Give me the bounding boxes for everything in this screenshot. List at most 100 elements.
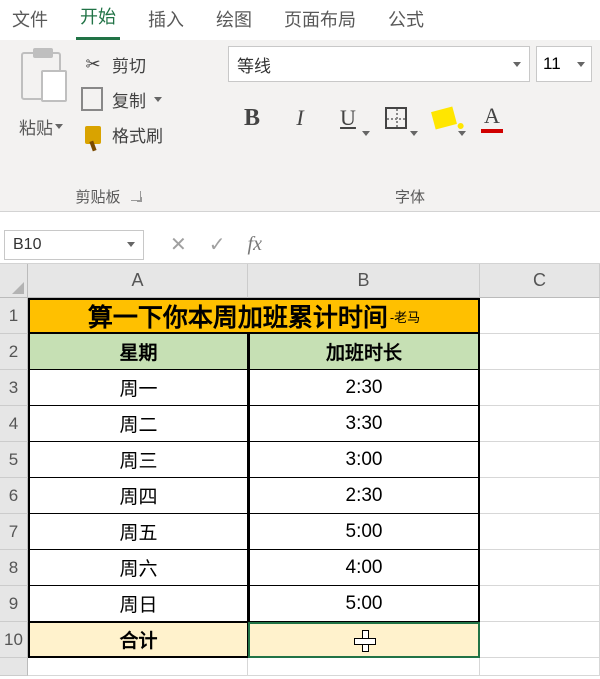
cut-button[interactable]: ✂ 剪切 [82,52,163,77]
cell-A4[interactable]: 周二 [28,406,248,442]
scissors-icon: ✂ [82,54,104,75]
cell-A10[interactable]: 合计 [28,622,248,658]
cell-A5[interactable]: 周三 [28,442,248,478]
fx-icon[interactable]: fx [248,233,262,256]
borders-button[interactable] [372,94,420,142]
row-header[interactable]: 10 [0,622,28,658]
paste-button[interactable]: 粘贴 [6,46,76,147]
row-header[interactable]: 9 [0,586,28,622]
cut-label: 剪切 [112,52,146,77]
font-color-button[interactable]: A [468,94,516,142]
name-box[interactable]: B10 [4,230,144,260]
col-header-C[interactable]: C [480,264,600,298]
font-group-label: 字体 [395,186,425,207]
cell-B2[interactable]: 加班时长 [248,334,480,370]
format-painter-button[interactable]: 格式刷 [82,122,163,147]
copy-button[interactable]: 复制 [82,87,163,112]
chevron-down-icon [362,131,370,136]
italic-icon: I [296,105,303,131]
borders-icon [385,107,407,129]
cell-C11[interactable] [480,658,600,676]
underline-button[interactable]: U [324,94,372,142]
select-all-corner[interactable] [0,264,28,298]
font-name-dropdown[interactable]: 等线 [228,46,530,82]
cell-C2[interactable] [480,334,600,370]
fill-color-button[interactable] [420,94,468,142]
cell-A11[interactable] [28,658,248,676]
cell-A6[interactable]: 周四 [28,478,248,514]
col-header-A[interactable]: A [28,264,248,298]
cell-A1[interactable] [28,298,248,334]
tab-draw[interactable]: 绘图 [212,0,256,40]
row-header[interactable]: 2 [0,334,28,370]
cancel-formula-button[interactable]: ✕ [170,232,187,257]
chevron-down-icon [513,62,521,67]
chevron-down-icon [577,62,585,67]
sheet-body: 1 2 3 4 5 6 7 8 9 10 算一下你本周加班累计时间-老马 .ti… [0,298,600,676]
row-header[interactable]: 6 [0,478,28,514]
cell-C10[interactable] [480,622,600,658]
chevron-down-icon [55,124,63,129]
cell-A3[interactable]: 周一 [28,370,248,406]
font-group: 等线 11 B I U A 字体 [216,40,600,211]
paste-label: 粘贴 [19,114,53,139]
chevron-down-icon [127,242,135,247]
ribbon-tabs: 文件 开始 插入 绘图 页面布局 公式 [0,0,600,40]
clipboard-group-label: 剪贴板 [75,186,120,207]
row-header[interactable]: 8 [0,550,28,586]
row-header[interactable] [0,658,28,676]
cell-C9[interactable] [480,586,600,622]
formula-bar: B10 ✕ ✓ fx [0,226,600,264]
tab-home[interactable]: 开始 [76,0,120,40]
brush-icon [85,126,101,144]
formula-input[interactable] [276,230,600,260]
cell-C4[interactable] [480,406,600,442]
tab-formulas[interactable]: 公式 [384,0,428,40]
col-header-B[interactable]: B [248,264,480,298]
cell-C6[interactable] [480,478,600,514]
cell-C1[interactable] [480,298,600,334]
chevron-down-icon [154,97,162,102]
cell-C7[interactable] [480,514,600,550]
font-color-icon: A [484,103,500,129]
bucket-icon [431,106,457,129]
cell-A8[interactable]: 周六 [28,550,248,586]
row-header[interactable]: 4 [0,406,28,442]
cell-C5[interactable] [480,442,600,478]
column-header-row: A B C [0,264,600,298]
cell-B10[interactable] [248,622,480,658]
chevron-down-icon [458,131,466,136]
cell-B1[interactable] [248,298,480,334]
italic-button[interactable]: I [276,94,324,142]
cell-B4[interactable]: 3:30 [248,406,480,442]
cell-C8[interactable] [480,550,600,586]
cell-C3[interactable] [480,370,600,406]
copy-label: 复制 [112,87,146,112]
cell-B5[interactable]: 3:00 [248,442,480,478]
chevron-down-icon [410,131,418,136]
row-header[interactable]: 5 [0,442,28,478]
font-size-dropdown[interactable]: 11 [536,46,592,82]
cell-B6[interactable]: 2:30 [248,478,480,514]
row-header[interactable]: 3 [0,370,28,406]
cell-B11[interactable] [248,658,480,676]
clipboard-icon [21,52,61,100]
cursor-icon [354,630,374,650]
font-size-value: 11 [543,54,561,74]
row-header[interactable]: 7 [0,514,28,550]
row-header[interactable]: 1 [0,298,28,334]
tab-layout[interactable]: 页面布局 [280,0,360,40]
cell-B9[interactable]: 5:00 [248,586,480,622]
cell-B3[interactable]: 2:30 [248,370,480,406]
tab-file[interactable]: 文件 [8,0,52,40]
tab-insert[interactable]: 插入 [144,0,188,40]
ribbon: 粘贴 ✂ 剪切 复制 格式刷 剪贴板 [0,40,600,212]
cell-A2[interactable]: 星期 [28,334,248,370]
cell-B7[interactable]: 5:00 [248,514,480,550]
cell-A7[interactable]: 周五 [28,514,248,550]
cell-B8[interactable]: 4:00 [248,550,480,586]
confirm-formula-button[interactable]: ✓ [209,232,226,257]
bold-button[interactable]: B [228,94,276,142]
dialog-launcher-icon[interactable] [131,191,141,201]
cell-A9[interactable]: 周日 [28,586,248,622]
